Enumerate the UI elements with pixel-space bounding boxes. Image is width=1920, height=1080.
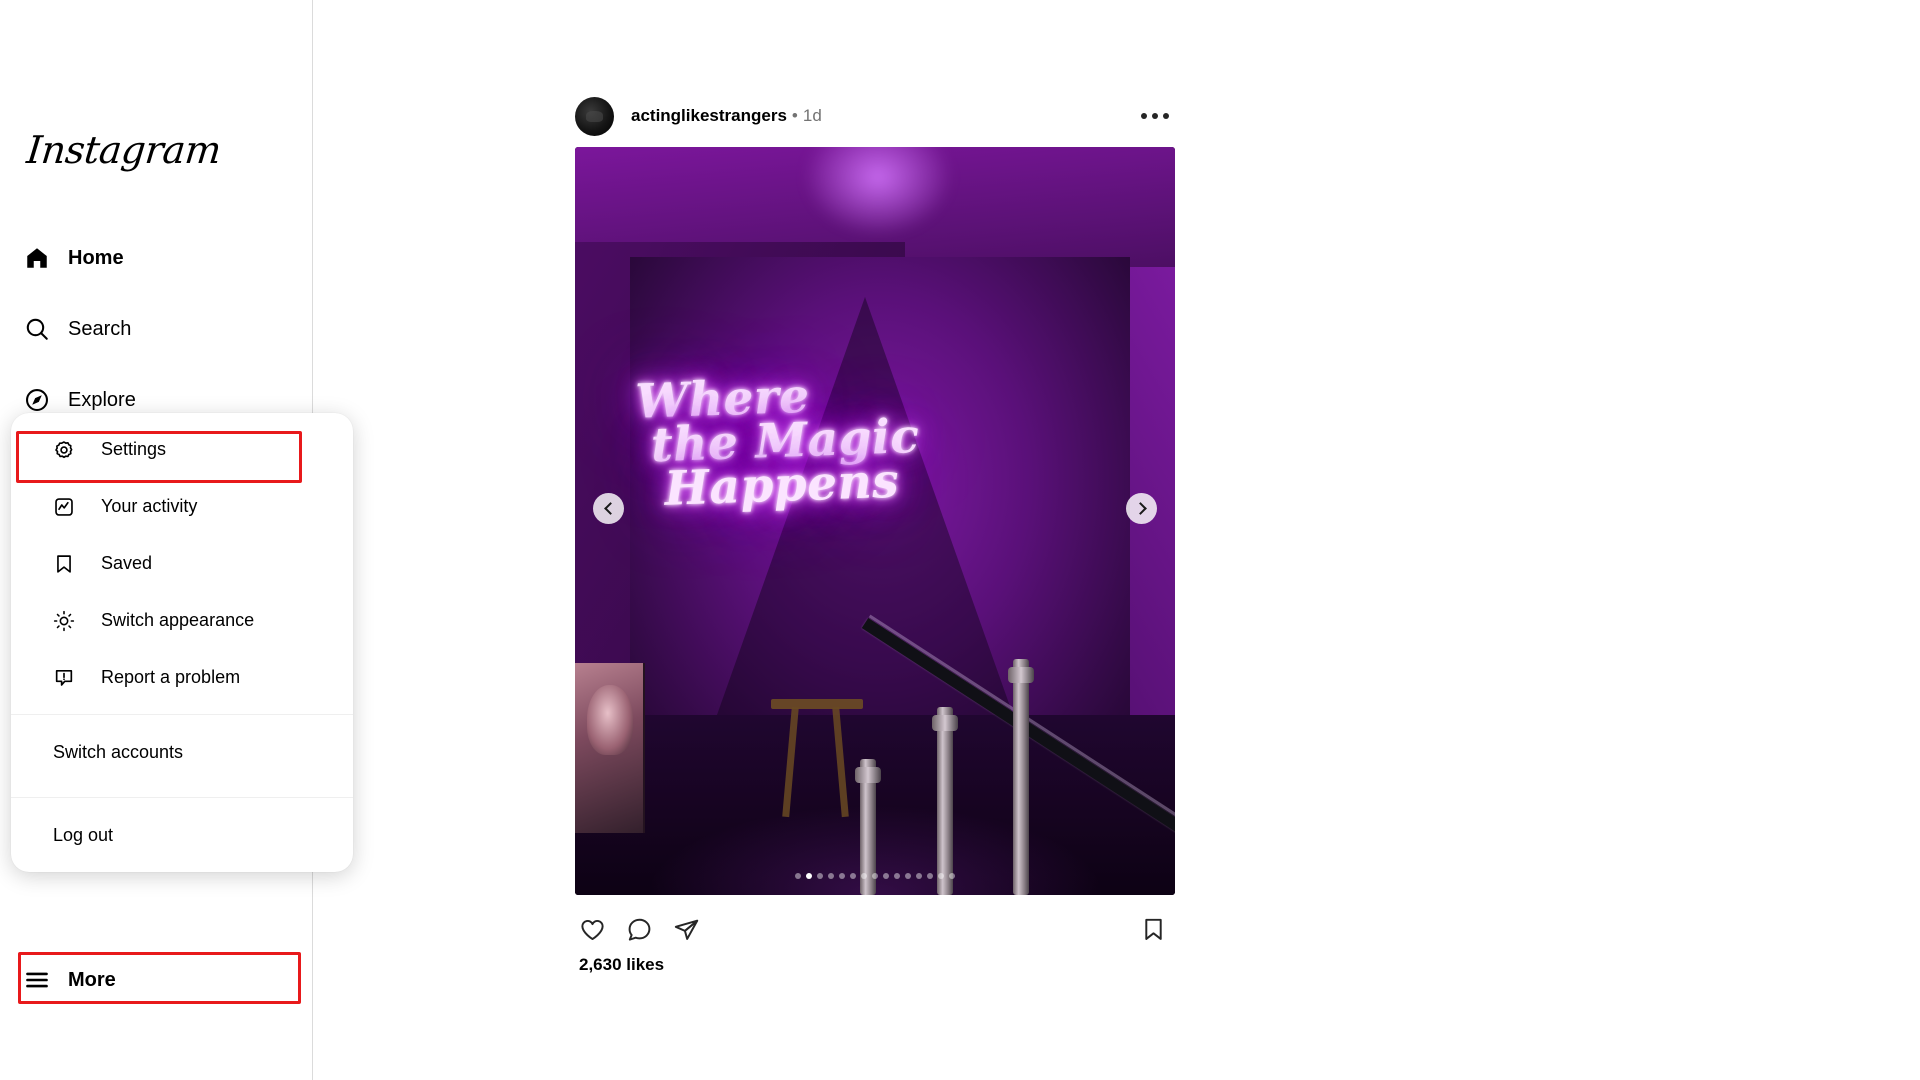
menu-item-label: Switch appearance bbox=[101, 610, 255, 630]
ellipsis-icon[interactable] bbox=[1141, 113, 1169, 119]
home-icon bbox=[24, 245, 68, 271]
sidebar-item-label: Home bbox=[68, 246, 124, 269]
chevron-right-icon bbox=[1133, 502, 1147, 515]
likes-count[interactable]: 2,630 likes bbox=[575, 955, 1175, 975]
carousel-dot[interactable] bbox=[949, 873, 955, 879]
menu-item-switch-accounts[interactable]: Switch accounts bbox=[11, 715, 353, 789]
carousel-dot[interactable] bbox=[828, 873, 834, 879]
more-dropdown-menu: Settings Your activity Saved Switch appe… bbox=[11, 413, 353, 872]
alert-icon bbox=[53, 667, 97, 689]
sidebar-item-home[interactable]: Home bbox=[12, 232, 301, 284]
feed-post: actinglikestrangers • 1d Where the Magic… bbox=[575, 85, 1175, 975]
sidebar-item-more[interactable]: More bbox=[12, 954, 301, 1006]
carousel-dot[interactable] bbox=[839, 873, 845, 879]
carousel-dot[interactable] bbox=[806, 873, 812, 879]
sidebar-item-label: Search bbox=[68, 317, 132, 340]
carousel-dot[interactable] bbox=[894, 873, 900, 879]
menu-item-log-out[interactable]: Log out bbox=[11, 798, 353, 872]
sidebar-item-search[interactable]: Search bbox=[12, 303, 301, 355]
menu-item-label: Report a problem bbox=[101, 667, 241, 687]
post-media[interactable]: Where the Magic Happens bbox=[575, 147, 1175, 895]
post-timestamp: 1d bbox=[802, 106, 822, 125]
carousel-dot[interactable] bbox=[883, 873, 889, 879]
carousel-dot[interactable] bbox=[927, 873, 933, 879]
menu-item-label: Your activity bbox=[101, 496, 198, 516]
carousel-dot[interactable] bbox=[861, 873, 867, 879]
compass-icon bbox=[24, 387, 68, 413]
save-button[interactable] bbox=[1140, 916, 1167, 943]
post-actions bbox=[575, 895, 1175, 949]
menu-item-your-activity[interactable]: Your activity bbox=[11, 478, 353, 535]
baluster bbox=[1008, 659, 1034, 895]
post-username[interactable]: actinglikestrangers bbox=[631, 106, 787, 126]
carousel-dot[interactable] bbox=[817, 873, 823, 879]
activity-icon bbox=[53, 496, 97, 518]
menu-item-saved[interactable]: Saved bbox=[11, 535, 353, 592]
hamburger-icon bbox=[24, 967, 68, 993]
baluster bbox=[932, 707, 958, 895]
carousel-next-button[interactable] bbox=[1126, 493, 1157, 524]
carousel-dot[interactable] bbox=[938, 873, 944, 879]
carousel-dot[interactable] bbox=[872, 873, 878, 879]
share-button[interactable] bbox=[673, 916, 700, 943]
neon-sign: Where the Magic Happens bbox=[635, 369, 969, 517]
menu-item-settings[interactable]: Settings bbox=[11, 421, 353, 478]
avatar[interactable] bbox=[575, 96, 614, 136]
sidebar-item-label: Explore bbox=[68, 388, 136, 411]
carousel-dot[interactable] bbox=[905, 873, 911, 879]
carousel-prev-button[interactable] bbox=[593, 493, 624, 524]
post-header: actinglikestrangers • 1d bbox=[575, 85, 1175, 147]
carousel-dot[interactable] bbox=[850, 873, 856, 879]
instagram-logo[interactable]: Instagram bbox=[25, 128, 223, 172]
bookmark-icon bbox=[53, 553, 97, 575]
sun-icon bbox=[53, 610, 97, 632]
menu-item-label: Settings bbox=[101, 439, 167, 459]
instagram-app: Instagram Home Search Explore More Setti… bbox=[0, 0, 1920, 1080]
chevron-left-icon bbox=[603, 502, 617, 515]
menu-item-switch-appearance[interactable]: Switch appearance bbox=[11, 592, 353, 649]
table-top bbox=[771, 699, 863, 709]
sidebar-item-label: More bbox=[68, 968, 116, 991]
menu-item-report-a-problem[interactable]: Report a problem bbox=[11, 649, 353, 706]
menu-item-label: Saved bbox=[101, 553, 153, 573]
search-icon bbox=[24, 316, 68, 342]
gear-icon bbox=[53, 439, 97, 461]
carousel-indicator bbox=[575, 873, 1175, 879]
comment-button[interactable] bbox=[626, 916, 653, 943]
post-separator: • bbox=[791, 106, 798, 125]
carousel-dot[interactable] bbox=[795, 873, 801, 879]
menu-item-label: Switch accounts bbox=[53, 741, 184, 762]
framed-artwork bbox=[575, 663, 645, 833]
carousel-dot[interactable] bbox=[916, 873, 922, 879]
like-button[interactable] bbox=[579, 916, 606, 943]
menu-item-label: Log out bbox=[53, 824, 114, 845]
